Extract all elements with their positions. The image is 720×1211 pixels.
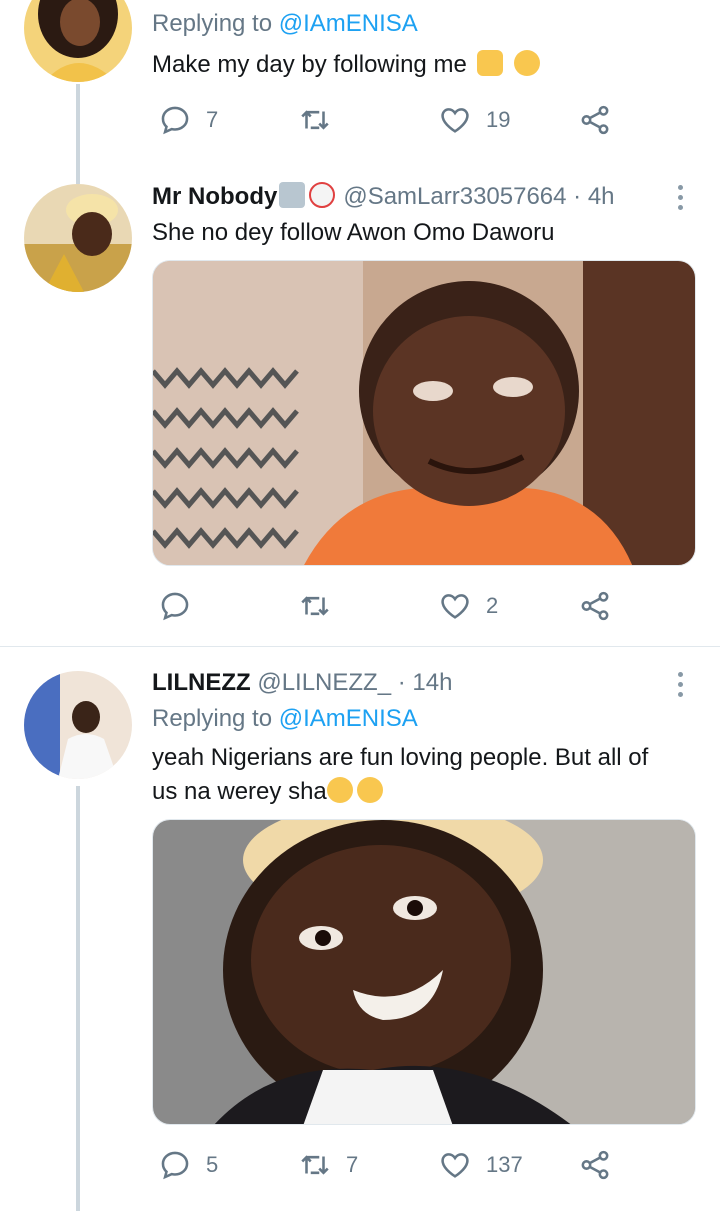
retweet-icon — [301, 1155, 329, 1175]
tweet-text: Make my day by following me — [152, 48, 692, 82]
reply-button[interactable]: 7 — [158, 100, 218, 140]
retweet-button[interactable] — [298, 100, 346, 140]
share-icon — [581, 591, 609, 621]
replying-to: Replying to @IAmENISA — [152, 10, 418, 38]
like-button[interactable]: 2 — [438, 586, 498, 626]
share-button[interactable] — [578, 100, 612, 140]
author-name[interactable]: LILNEZZ — [152, 669, 251, 696]
tweet-3[interactable]: LILNEZZ @LILNEZZ_ · 14h Replying to @IAm… — [0, 647, 720, 1211]
tweet-actions: 2 — [152, 586, 632, 626]
like-count: 2 — [486, 593, 499, 618]
avatar[interactable] — [24, 184, 132, 292]
retweet-button[interactable]: 7 — [298, 1145, 358, 1185]
share-icon — [581, 1150, 609, 1180]
tweet-header: LILNEZZ @LILNEZZ_ · 14h — [152, 669, 452, 697]
retweet-count: 7 — [346, 1152, 359, 1177]
author-handle[interactable]: @SamLarr33057664 — [343, 183, 566, 210]
share-button[interactable] — [578, 586, 612, 626]
reply-mention-link[interactable]: @IAmENISA — [279, 10, 418, 37]
tweet-text-line-2: us na werey sha — [152, 778, 327, 805]
retweet-icon — [301, 596, 329, 616]
tweet-time[interactable]: · 14h — [398, 669, 453, 696]
more-options-button[interactable] — [672, 182, 688, 212]
heart-icon — [441, 594, 469, 619]
author-handle[interactable]: @LILNEZZ_ — [257, 669, 391, 696]
tweet-2[interactable]: Mr Nobody @SamLarr33057664 · 4h She no de… — [0, 160, 720, 646]
reply-button[interactable] — [158, 586, 206, 626]
author-name[interactable]: Mr Nobody — [152, 183, 277, 210]
tweet-image[interactable] — [152, 819, 696, 1125]
tears-of-joy-icon — [326, 777, 353, 803]
replying-to-label: Replying to — [152, 10, 273, 37]
reply-icon — [161, 1151, 189, 1180]
retweet-button[interactable] — [298, 586, 346, 626]
tweet-text-line-1: yeah Nigerians are fun loving people. Bu… — [152, 744, 649, 771]
meme-image-lawyer — [153, 820, 695, 1124]
like-button[interactable]: 137 — [438, 1145, 523, 1185]
tweet-1[interactable]: Replying to @IAmENISA Make my day by fol… — [0, 0, 720, 160]
like-count: 137 — [486, 1152, 523, 1177]
tweet-text-content: She no dey follow Awon Omo Daworu — [152, 219, 555, 246]
reply-count: 7 — [206, 107, 219, 132]
like-button[interactable]: 19 — [438, 100, 510, 140]
more-options-button[interactable] — [672, 669, 688, 699]
reply-count: 5 — [206, 1152, 219, 1177]
mountain-snow-icon — [279, 182, 306, 208]
tweet-text: yeah Nigerians are fun loving people. Bu… — [152, 741, 692, 809]
reply-icon — [161, 106, 189, 135]
tweet-time[interactable]: · 4h — [573, 183, 614, 210]
like-count: 19 — [486, 107, 511, 132]
heart-icon — [441, 1153, 469, 1178]
share-button[interactable] — [578, 1145, 612, 1185]
share-icon — [581, 105, 609, 135]
folded-hands-icon — [477, 50, 504, 76]
reply-button[interactable]: 5 — [158, 1145, 218, 1185]
reply-mention-link[interactable]: @IAmENISA — [279, 705, 418, 732]
replying-to-label: Replying to — [152, 705, 273, 732]
avatar[interactable] — [24, 0, 132, 82]
meme-image-boy — [153, 261, 695, 565]
tweet-actions: 5 7 137 — [152, 1145, 632, 1185]
tweet-text-content: Make my day by following me — [152, 51, 467, 78]
tweet-image[interactable] — [152, 260, 696, 566]
rolling-eyes-face-icon — [514, 50, 541, 76]
tweet-text: She no dey follow Awon Omo Daworu — [152, 216, 692, 250]
retweet-icon — [301, 110, 329, 130]
reply-icon — [161, 592, 189, 621]
heart-icon — [441, 108, 469, 133]
tears-of-joy-icon — [356, 777, 383, 803]
clown-face-icon — [309, 182, 336, 208]
tweet-actions: 7 19 — [152, 100, 632, 140]
tweet-header: Mr Nobody @SamLarr33057664 · 4h — [152, 182, 615, 211]
avatar[interactable] — [24, 671, 132, 779]
replying-to: Replying to @IAmENISA — [152, 705, 418, 733]
